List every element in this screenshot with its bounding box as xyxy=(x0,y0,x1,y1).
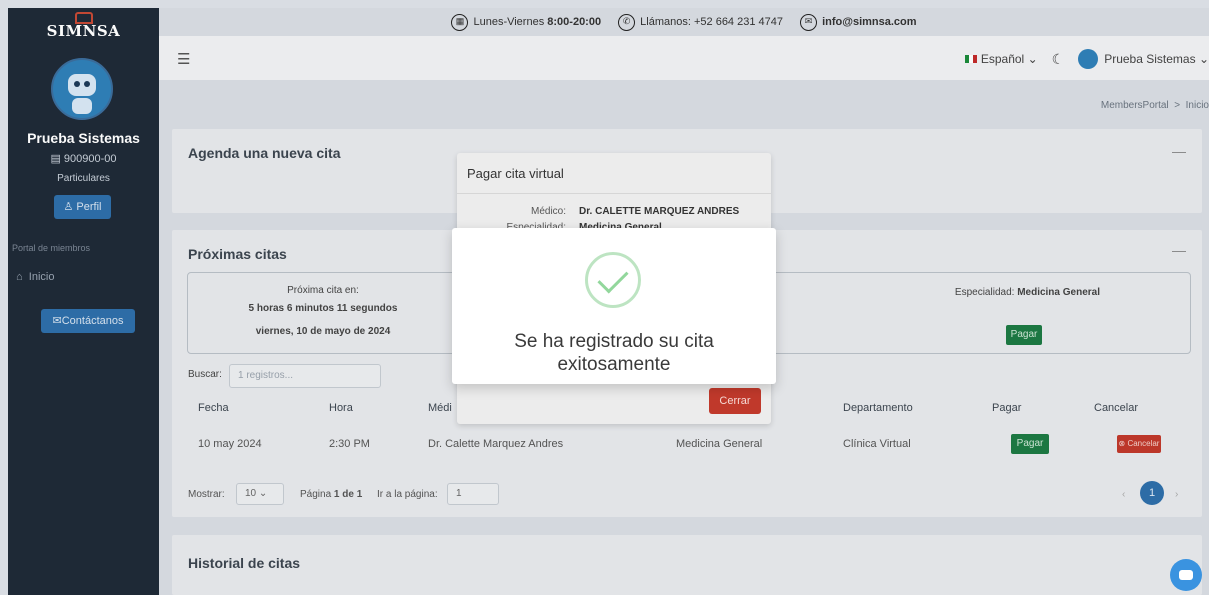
chat-bubble-icon[interactable] xyxy=(1170,559,1202,591)
success-alert: Se ha registrado su cita exitosamente xyxy=(452,228,776,384)
medico-value: Dr. CALETTE MARQUEZ ANDRES xyxy=(579,206,740,217)
divider xyxy=(457,193,771,194)
check-icon xyxy=(585,252,641,308)
alert-message: Se ha registrado su cita exitosamente xyxy=(514,331,714,375)
close-button[interactable]: Cerrar xyxy=(709,388,761,414)
pay-modal-title: Pagar cita virtual xyxy=(467,166,564,181)
medico-label: Médico: xyxy=(530,206,566,217)
